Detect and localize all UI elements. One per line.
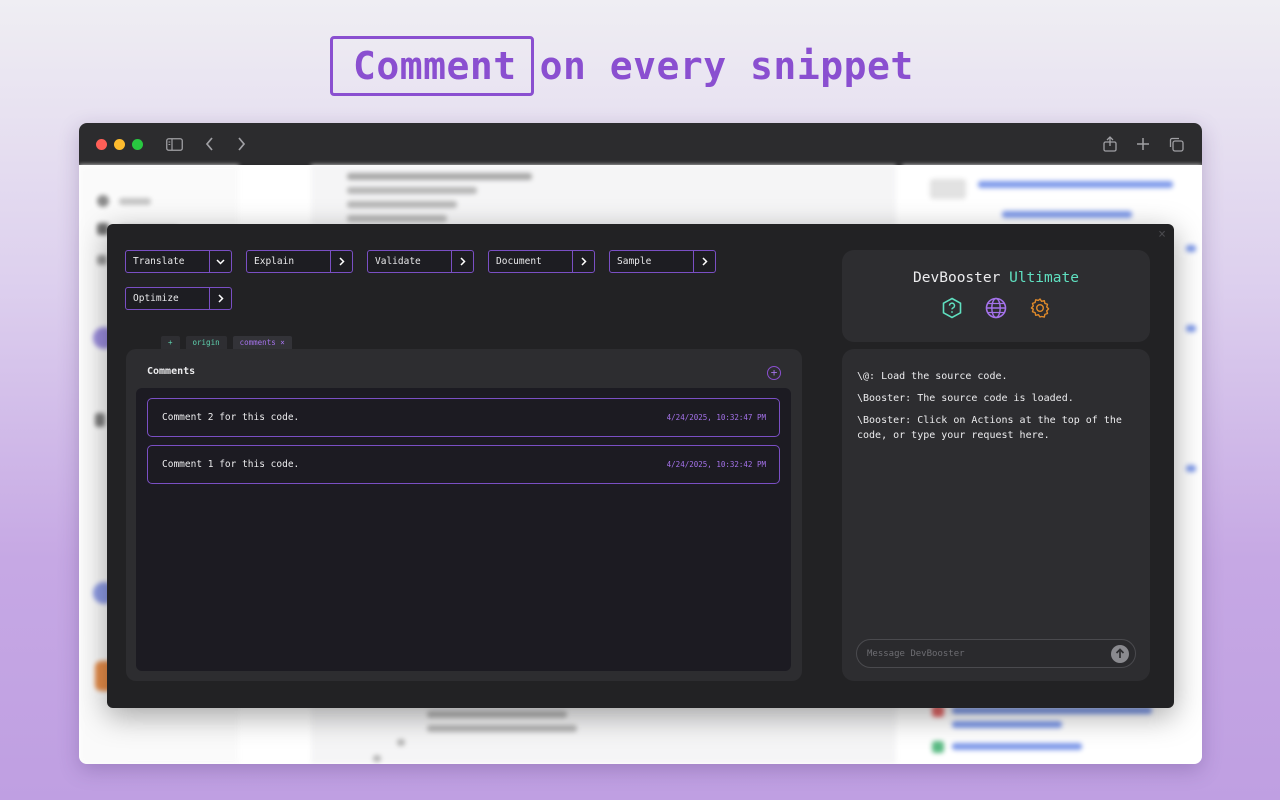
headline-text: on every snippet: [539, 44, 914, 88]
action-validate[interactable]: Validate: [367, 250, 474, 273]
panel-close-button[interactable]: ×: [1155, 228, 1169, 242]
share-icon[interactable]: [1101, 123, 1119, 165]
action-label: Document: [496, 256, 542, 267]
close-window-button[interactable]: [96, 138, 107, 150]
back-icon[interactable]: [199, 123, 219, 165]
add-comment-button[interactable]: +: [767, 366, 781, 380]
comment-item[interactable]: Comment 2 for this code. 4/24/2025, 10:3…: [147, 398, 780, 437]
action-label: Sample: [617, 256, 652, 267]
settings-icon[interactable]: [1029, 297, 1051, 323]
forward-icon[interactable]: [231, 123, 251, 165]
browser-toolbar: [79, 123, 1202, 165]
chevron-right-icon[interactable]: [693, 251, 715, 272]
action-label: Validate: [375, 256, 421, 267]
action-translate[interactable]: Translate: [125, 250, 232, 273]
action-explain[interactable]: Explain: [246, 250, 353, 273]
comment-item[interactable]: Comment 1 for this code. 4/24/2025, 10:3…: [147, 445, 780, 484]
headline: Comment on every snippet: [330, 36, 914, 96]
comments-list: Comment 2 for this code. 4/24/2025, 10:3…: [136, 388, 791, 671]
message-input[interactable]: [867, 648, 1111, 659]
chat-message: \@: Load the source code.: [857, 371, 1008, 382]
actions-bar: Translate Explain Validate Document Samp…: [125, 250, 745, 310]
action-document[interactable]: Document: [488, 250, 595, 273]
comments-title: Comments: [147, 366, 196, 377]
action-label: Explain: [254, 256, 295, 267]
tab-add[interactable]: +: [161, 336, 180, 349]
comment-timestamp: 4/24/2025, 10:32:42 PM: [666, 460, 766, 469]
comment-text: Comment 2 for this code.: [162, 412, 300, 423]
comment-timestamp: 4/24/2025, 10:32:47 PM: [666, 413, 766, 422]
comments-panel: Comments + Comment 2 for this code. 4/24…: [126, 349, 802, 681]
devbooster-panel: × Translate Explain Validate Document Sa…: [107, 224, 1174, 708]
tab-comments[interactable]: comments ×: [232, 336, 292, 349]
window-controls: [96, 138, 143, 150]
message-input-box: [856, 639, 1136, 668]
send-icon[interactable]: [1111, 644, 1129, 663]
chevron-right-icon[interactable]: [209, 288, 231, 309]
chevron-right-icon[interactable]: [451, 251, 473, 272]
comment-text: Comment 1 for this code.: [162, 459, 300, 470]
chat-panel: \@: Load the source code. \Booster: The …: [842, 349, 1150, 681]
tab-origin[interactable]: origin: [185, 336, 227, 349]
chat-message: \Booster: Click on Actions at the top of…: [857, 415, 1122, 441]
chevron-right-icon[interactable]: [330, 251, 352, 272]
brand-name: DevBooster: [913, 270, 1001, 286]
action-label: Optimize: [133, 293, 179, 304]
globe-icon[interactable]: [985, 297, 1007, 323]
tabs-overview-icon[interactable]: [1167, 123, 1185, 165]
brand-title: DevBooster Ultimate: [913, 270, 1079, 286]
new-tab-icon[interactable]: [1134, 123, 1152, 165]
zoom-window-button[interactable]: [132, 138, 143, 150]
code-tabs: + origin comments ×: [161, 336, 292, 349]
chevron-right-icon[interactable]: [572, 251, 594, 272]
minimize-window-button[interactable]: [114, 138, 125, 150]
chevron-down-icon[interactable]: [209, 251, 231, 272]
action-sample[interactable]: Sample: [609, 250, 716, 273]
chat-message: \Booster: The source code is loaded.: [857, 393, 1074, 404]
brand-card: DevBooster Ultimate: [842, 250, 1150, 342]
assistant-column: DevBooster Ultimate \@: Load the source …: [842, 250, 1150, 681]
headline-highlight: Comment: [330, 36, 534, 96]
help-icon[interactable]: [941, 297, 963, 323]
brand-tier: Ultimate: [1009, 270, 1079, 286]
sidebar-icon[interactable]: [163, 123, 185, 165]
action-optimize[interactable]: Optimize: [125, 287, 232, 310]
action-label: Translate: [133, 256, 185, 267]
brand-icons: [941, 297, 1051, 323]
